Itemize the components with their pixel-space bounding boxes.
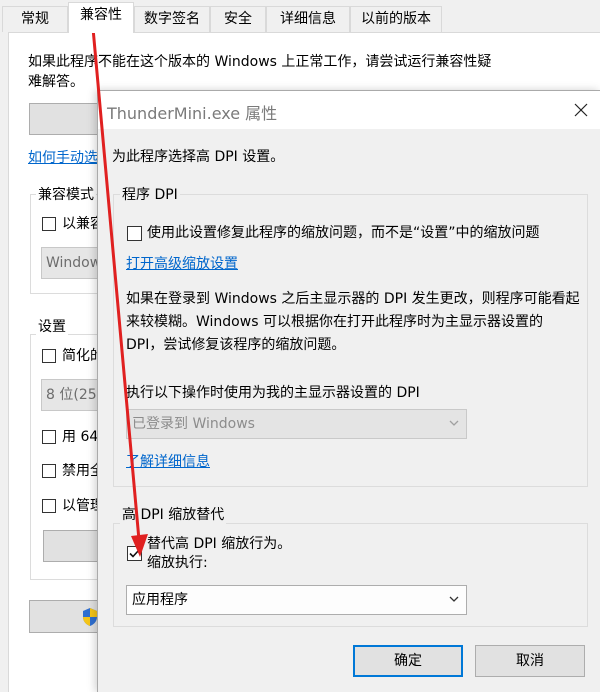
ok-button-label: 确定 — [394, 653, 422, 669]
tab-compatibility-label: 兼容性 — [80, 7, 122, 23]
manual-select-link[interactable]: 如何手动选 — [28, 148, 98, 168]
high-dpi-override-group-label: 高 DPI 缩放替代 — [120, 506, 227, 524]
settings-group-label: 设置 — [36, 317, 68, 337]
chevron-down-icon — [449, 596, 459, 602]
chevron-down-icon — [449, 420, 459, 426]
tab-digital-signatures-label: 数字签名 — [144, 11, 200, 27]
override-dpi-label-line2: 缩放执行: — [147, 555, 208, 571]
program-dpi-description: 如果在登录到 Windows 之后主显示器的 DPI 发生更改，则程序可能看起来… — [126, 291, 580, 353]
scaling-performed-by-value: 应用程序 — [132, 592, 188, 608]
cancel-button-label: 取消 — [516, 653, 544, 669]
tab-security-label: 安全 — [224, 11, 252, 27]
high-dpi-settings-dialog: ThunderMini.exe 属性 为此程序选择高 DPI 设置。 程序 DP… — [97, 90, 600, 692]
reduced-color-checkbox[interactable] — [42, 349, 56, 363]
learn-more-link[interactable]: 了解详细信息 — [126, 451, 210, 474]
tab-previous-versions[interactable]: 以前的版本 — [350, 6, 442, 32]
uac-shield-icon — [83, 608, 97, 626]
program-dpi-group-label: 程序 DPI — [120, 186, 180, 204]
program-dpi-check-label: 使用此设置修复此程序的缩放问题，而不是“设置”中的缩放问题 — [147, 225, 540, 241]
checkmark-icon — [129, 549, 140, 558]
cancel-button[interactable]: 取消 — [475, 645, 585, 677]
program-dpi-checkbox[interactable] — [127, 226, 142, 241]
dialog-title-bar: ThunderMini.exe 属性 — [98, 91, 600, 129]
tab-security[interactable]: 安全 — [210, 6, 266, 32]
tab-previous-versions-label: 以前的版本 — [361, 11, 431, 27]
change-high-dpi-button[interactable] — [43, 530, 103, 562]
tab-details-label: 详细信息 — [280, 11, 336, 27]
override-dpi-checkbox[interactable] — [127, 546, 142, 561]
ok-button[interactable]: 确定 — [353, 645, 463, 677]
run-as-admin-checkbox[interactable] — [42, 499, 56, 513]
run-640x480-label: 用 64 — [62, 429, 99, 445]
color-mode-combo[interactable]: 8 位(25 — [41, 379, 101, 411]
run-640x480-checkbox[interactable] — [42, 430, 56, 444]
dialog-title: ThunderMini.exe 属性 — [107, 104, 278, 123]
dpi-dropdown-label: 执行以下操作时使用为我的主显示器设置的 DPI — [126, 385, 420, 401]
compat-os-combo[interactable]: Window — [41, 247, 101, 279]
compat-mode-checkbox[interactable] — [42, 217, 56, 231]
background-tab-strip: 常规 兼容性 数字签名 安全 详细信息 以前的版本 — [0, 0, 600, 33]
compat-mode-group-label: 兼容模式 — [36, 185, 96, 205]
dpi-source-value: 已登录到 Windows — [132, 416, 255, 432]
tab-general[interactable]: 常规 — [2, 6, 68, 32]
advanced-scaling-link[interactable]: 打开高级缩放设置 — [126, 253, 238, 276]
compat-intro-text: 如果此程序不能在这个版本的 Windows 上正常工作，请尝试运行兼容性疑难解答… — [28, 54, 492, 90]
tab-details[interactable]: 详细信息 — [266, 6, 350, 32]
dialog-subtitle: 为此程序选择高 DPI 设置。 — [112, 149, 285, 165]
scaling-performed-by-dropdown[interactable]: 应用程序 — [126, 585, 467, 615]
close-icon[interactable] — [568, 97, 594, 123]
tab-digital-signatures[interactable]: 数字签名 — [134, 6, 210, 32]
tab-general-label: 常规 — [21, 11, 49, 27]
dpi-source-dropdown[interactable]: 已登录到 Windows — [126, 409, 467, 439]
tab-compatibility[interactable]: 兼容性 — [68, 2, 134, 33]
disable-fullscreen-opt-checkbox[interactable] — [42, 464, 56, 478]
